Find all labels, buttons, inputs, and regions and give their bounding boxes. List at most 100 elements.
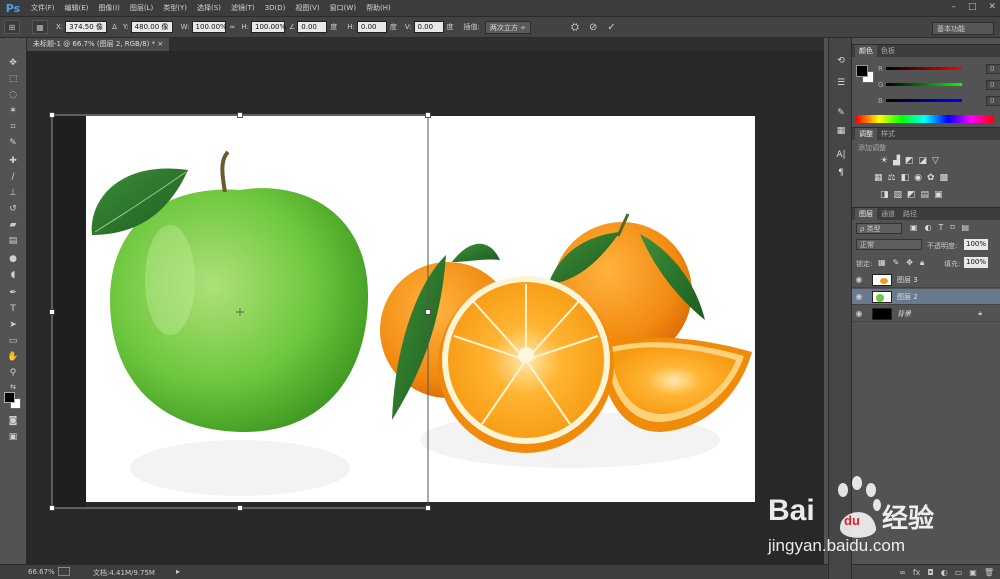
brush-panel-icon[interactable]: ✎ [834, 106, 848, 119]
filter-type-icon[interactable]: T [939, 223, 944, 232]
move-tool-icon[interactable]: ✥ [5, 56, 21, 70]
layer-row-background[interactable]: ◉ 背景 🔒︎ [852, 306, 1000, 322]
photo-filter-icon[interactable]: ◉ [914, 173, 922, 183]
channel-r-value[interactable]: 0 [986, 64, 1000, 74]
bw-icon[interactable]: ◧ [901, 173, 910, 183]
filter-shape-icon[interactable]: ⌑ [950, 223, 954, 232]
height-field[interactable]: 100.00% [251, 21, 286, 33]
color-fg-swatch[interactable] [856, 65, 868, 77]
lock-position-icon[interactable]: ✥ [906, 258, 913, 268]
channel-g-slider[interactable] [886, 83, 962, 86]
screen-mode-icon[interactable]: ▣ [5, 430, 21, 444]
vskew-field[interactable]: 0.00 [413, 21, 444, 33]
brightness-icon[interactable]: ☀ [880, 156, 888, 166]
menu-filter[interactable]: 滤镜(T) [226, 3, 260, 13]
gradient-tool-icon[interactable]: ▤ [5, 234, 21, 248]
width-field[interactable]: 100.00% [191, 21, 227, 33]
filter-smart-icon[interactable]: ▤ [962, 223, 970, 232]
tab-layers[interactable]: 图层 [855, 208, 877, 220]
status-menu-arrow[interactable]: ▸ [176, 567, 180, 576]
blend-mode-select[interactable]: 正常 [856, 239, 922, 250]
canvas-area[interactable] [27, 51, 824, 564]
channel-r-slider[interactable] [886, 67, 962, 70]
lock-all-icon[interactable]: 🔒︎ [920, 258, 924, 268]
transform-tool-icon[interactable]: ⊞ [4, 20, 20, 34]
menu-type[interactable]: 类型(Y) [158, 3, 192, 13]
minimize-button[interactable]: – [951, 2, 956, 12]
document-tab[interactable]: 未标题-1 @ 66.7% (图层 2, RGB/8) * × [27, 38, 170, 51]
menu-window[interactable]: 窗口(W) [325, 3, 361, 13]
color-balance-icon[interactable]: ⚖ [888, 173, 896, 183]
gradient-map-icon[interactable]: ▤ [921, 190, 930, 200]
tab-paths[interactable]: 路径 [899, 208, 921, 220]
menu-edit[interactable]: 编辑(E) [60, 3, 94, 13]
exposure-icon[interactable]: ◪ [919, 156, 928, 166]
channel-mixer-icon[interactable]: ✿ [927, 173, 935, 183]
x-field[interactable]: 374.50 像 [65, 21, 108, 33]
stamp-tool-icon[interactable]: ⊥ [5, 186, 21, 200]
eraser-tool-icon[interactable]: ▰ [5, 218, 21, 232]
warp-icon[interactable]: ⛭ [571, 22, 579, 33]
shape-tool-icon[interactable]: ▭ [5, 334, 21, 348]
magic-wand-icon[interactable]: ✶ [5, 104, 21, 118]
channel-b-value[interactable]: 0 [986, 96, 1000, 106]
history-brush-icon[interactable]: ↺ [5, 202, 21, 216]
tab-swatches[interactable]: 色板 [877, 45, 899, 57]
visibility-eye-icon[interactable]: ◉ [852, 275, 866, 284]
quick-mask-icon[interactable]: ◙ [5, 414, 21, 428]
fill-field[interactable]: 100% [964, 257, 988, 268]
lock-transparent-icon[interactable]: ▦ [878, 258, 886, 268]
invert-icon[interactable]: ◨ [880, 190, 889, 200]
layer-name[interactable]: 背景 [897, 309, 911, 319]
maximize-button[interactable]: □ [968, 2, 977, 12]
angle-field[interactable]: 0.00 [297, 21, 328, 33]
foreground-color-swatch[interactable] [4, 392, 15, 403]
hand-tool-icon[interactable]: ✋ [5, 350, 21, 364]
close-button[interactable]: ✕ [988, 2, 996, 12]
lasso-tool-icon[interactable]: ◌ [5, 88, 21, 102]
layer-name[interactable]: 图层 2 [897, 292, 918, 302]
lock-pixels-icon[interactable]: ✎ [893, 258, 900, 268]
color-spectrum-ramp[interactable] [856, 115, 994, 123]
properties-panel-icon[interactable]: ☰ [834, 76, 848, 89]
path-select-icon[interactable]: ➤ [5, 318, 21, 332]
menu-image[interactable]: 图像(I) [93, 3, 125, 13]
filter-pixel-icon[interactable]: ▣ [910, 223, 918, 232]
hskew-field[interactable]: 0.00 [356, 21, 387, 33]
tab-styles[interactable]: 样式 [877, 128, 899, 140]
layer-name[interactable]: 图层 3 [897, 275, 918, 285]
menu-view[interactable]: 视图(V) [290, 3, 324, 13]
posterize-icon[interactable]: ▧ [894, 190, 903, 200]
y-field[interactable]: 480.00 像 [130, 21, 173, 33]
hue-sat-icon[interactable]: ▦ [874, 173, 883, 183]
opacity-field[interactable]: 100% [964, 239, 988, 250]
interpolation-select[interactable]: 两次立方 ÷ [484, 20, 531, 34]
menu-layer[interactable]: 图层(L) [125, 3, 158, 13]
menu-select[interactable]: 选择(S) [192, 3, 226, 13]
layer-kind-filter[interactable]: ρ 类型 [856, 223, 902, 234]
layer-row-2[interactable]: ◉ 图层 2 [852, 289, 1000, 305]
threshold-icon[interactable]: ◩ [907, 190, 916, 200]
brush-tool-icon[interactable]: ∕ [5, 170, 21, 184]
tab-adjustments[interactable]: 调整 [855, 128, 877, 140]
zoom-level[interactable]: 66.67% [28, 568, 55, 576]
character-panel-icon[interactable]: A| [834, 148, 848, 161]
selective-color-icon[interactable]: ▣ [934, 190, 943, 200]
cancel-transform-icon[interactable]: ⊘ [589, 22, 597, 33]
channel-b-slider[interactable] [886, 99, 962, 102]
history-panel-icon[interactable]: ⟲ [834, 54, 848, 67]
menu-3d[interactable]: 3D(D) [260, 4, 291, 12]
zoom-export-icon[interactable] [58, 567, 70, 576]
visibility-eye-icon[interactable]: ◉ [852, 292, 866, 301]
link-icon[interactable]: ∞ [230, 23, 236, 31]
dodge-tool-icon[interactable]: ◖ [5, 268, 21, 282]
visibility-eye-icon[interactable]: ◉ [852, 309, 866, 318]
vibrance-icon[interactable]: ▽ [932, 156, 939, 166]
tab-channels[interactable]: 通道 [877, 208, 899, 220]
menu-file[interactable]: 文件(F) [26, 3, 60, 13]
layer-row-3[interactable]: ◉ 图层 3 [852, 272, 1000, 288]
channel-g-value[interactable]: 0 [986, 80, 1000, 90]
reference-point-icon[interactable]: ▦ [32, 20, 48, 34]
filter-adjust-icon[interactable]: ◐ [925, 223, 932, 232]
crop-tool-icon[interactable]: ⌗ [5, 120, 21, 134]
